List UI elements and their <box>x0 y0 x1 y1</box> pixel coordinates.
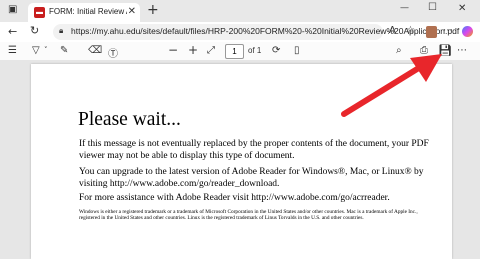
maximize-button[interactable]: ☐ <box>428 2 437 13</box>
minimize-button[interactable]: — <box>400 3 409 13</box>
rotate-icon[interactable]: ⟳ <box>272 45 280 56</box>
pdf-icon: ▬ <box>34 7 45 18</box>
erase-icon[interactable]: ⌫ <box>88 45 102 56</box>
tab-actions-icon[interactable]: ▣ <box>8 4 17 15</box>
close-window-button[interactable]: ✕ <box>458 3 466 14</box>
contents-icon[interactable]: ☰ <box>8 45 17 56</box>
zoom-in-icon[interactable]: + <box>188 43 198 57</box>
paragraph-viewer-warning: If this message is not eventually replac… <box>79 139 429 161</box>
more-tools-icon[interactable]: ⋯ <box>457 45 467 56</box>
back-icon[interactable]: ← <box>8 25 17 38</box>
zoom-out-icon[interactable]: − <box>168 43 178 57</box>
tab-close-icon[interactable]: ✕ <box>128 6 136 17</box>
refresh-icon[interactable]: ↻ <box>30 24 39 37</box>
avatar[interactable] <box>426 26 437 38</box>
lock-icon: 🔒︎ <box>59 26 64 35</box>
copilot-icon[interactable] <box>462 26 473 37</box>
paragraph-assistance: For more assistance with Adobe Reader vi… <box>79 193 390 203</box>
new-tab-button[interactable]: + <box>147 2 159 18</box>
favorites-icon[interactable]: ☆ <box>406 25 415 36</box>
draw-dropdown-icon[interactable]: ˅ <box>44 46 48 54</box>
navigation-bar: ← ↻ 🔒︎ https://my.ahu.edu/sites/default/… <box>0 22 480 42</box>
tab-title: FORM: Initial Review Application <box>49 7 127 16</box>
fit-page-icon[interactable]: ⤢ <box>207 45 215 56</box>
page-view-icon[interactable]: ▯ <box>294 45 300 56</box>
draw-icon[interactable]: ▽ <box>32 45 40 56</box>
add-text-icon[interactable]: Ⓣ <box>108 45 118 60</box>
browser-tab[interactable]: ▬ FORM: Initial Review Application ✕ <box>28 3 140 22</box>
arrow-shaft <box>341 63 425 117</box>
address-bar[interactable]: 🔒︎ https://my.ahu.edu/sites/default/file… <box>53 24 459 40</box>
page-heading: Please wait... <box>78 109 181 130</box>
tab-strip: ▣ ▬ FORM: Initial Review Application ✕ +… <box>0 0 480 22</box>
highlight-icon[interactable]: ✎ <box>60 45 68 56</box>
paragraph-upgrade: You can upgrade to the latest version of… <box>79 167 424 189</box>
read-aloud-icon[interactable]: A <box>389 25 396 36</box>
annotation-arrow <box>341 54 442 117</box>
address-url: https://my.ahu.edu/sites/default/files/H… <box>71 26 460 36</box>
trademark-notice: Windows is either a registered trademark… <box>79 209 418 222</box>
more-options-icon[interactable]: ⋯ <box>443 25 453 36</box>
page-count: of 1 <box>248 46 262 55</box>
page-number-input[interactable]: 1 <box>225 44 244 59</box>
